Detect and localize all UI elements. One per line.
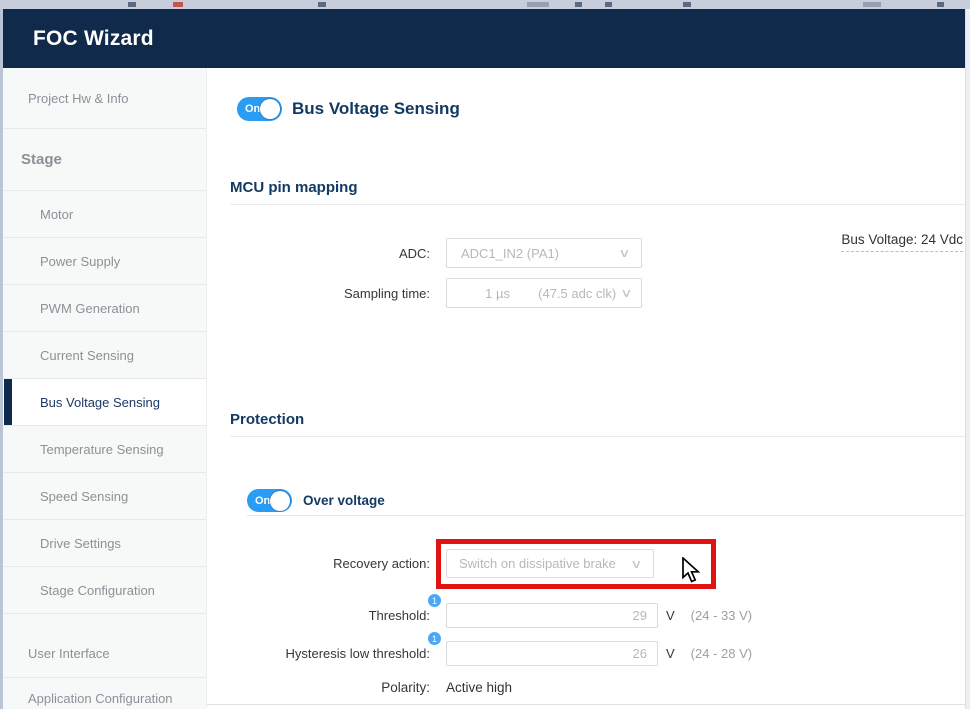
hysteresis-label: Hysteresis low threshold: 1 bbox=[207, 646, 430, 661]
clipped-toolbar-icon bbox=[575, 2, 582, 7]
toggle-on-label: On bbox=[247, 495, 270, 507]
clipped-toolbar-icon bbox=[318, 2, 326, 7]
sidebar-item-power-supply[interactable]: Power Supply bbox=[3, 238, 206, 285]
sampling-time-label: Sampling time: bbox=[207, 286, 430, 301]
threshold-unit: V bbox=[666, 608, 675, 623]
clipped-toolbar-icon bbox=[173, 2, 183, 7]
clipped-toolbar-icon bbox=[937, 2, 944, 7]
sidebar-section-stage: Stage bbox=[3, 129, 206, 191]
sidebar-item-current-sensing[interactable]: Current Sensing bbox=[3, 332, 206, 379]
hysteresis-label-text: Hysteresis low threshold: bbox=[286, 646, 431, 661]
chevron-down-icon: ∨ bbox=[618, 246, 630, 260]
hysteresis-unit: V bbox=[666, 646, 675, 661]
over-voltage-divider bbox=[247, 515, 965, 516]
page-header: On Bus Voltage Sensing bbox=[237, 97, 460, 121]
over-voltage-title: Over voltage bbox=[303, 493, 385, 508]
sidebar-item-label: Project Hw & Info bbox=[28, 91, 128, 106]
sidebar-item-application-configuration[interactable]: Application Configuration bbox=[3, 678, 206, 709]
sidebar-item-temperature-sensing[interactable]: Temperature Sensing bbox=[3, 426, 206, 473]
clipped-toolbar-icon bbox=[683, 2, 691, 7]
sidebar-item-label: Speed Sensing bbox=[40, 489, 128, 504]
sidebar-item-stage-configuration[interactable]: Stage Configuration bbox=[3, 567, 206, 614]
sidebar-item-label: Power Supply bbox=[40, 254, 120, 269]
toggle-knob bbox=[270, 491, 290, 511]
sidebar-item-label: Current Sensing bbox=[40, 348, 134, 363]
polarity-label: Polarity: bbox=[207, 680, 430, 695]
threshold-row: Threshold: 1 V (24 - 33 V) bbox=[207, 603, 752, 628]
protection-heading: Protection bbox=[230, 411, 304, 428]
sidebar-item-label: Temperature Sensing bbox=[40, 442, 164, 457]
clipped-toolbar-icon bbox=[863, 2, 881, 7]
sidebar-item-bus-voltage-sensing[interactable]: Bus Voltage Sensing bbox=[3, 379, 206, 426]
clipped-toolbar-strip bbox=[0, 0, 970, 9]
recovery-action-select[interactable]: Switch on dissipative brake ∨ bbox=[446, 549, 654, 578]
toggle-on-label: On bbox=[237, 103, 260, 115]
sidebar-item-drive-settings[interactable]: Drive Settings bbox=[3, 520, 206, 567]
hysteresis-row: Hysteresis low threshold: 1 V (24 - 28 V… bbox=[207, 641, 752, 666]
hysteresis-input[interactable] bbox=[446, 641, 658, 666]
sidebar-item-label: Motor bbox=[40, 207, 73, 222]
wizard-header: FOC Wizard bbox=[3, 9, 965, 68]
recovery-action-value: Switch on dissipative brake bbox=[459, 556, 616, 571]
sampling-time-detail: (47.5 adc clk) bbox=[538, 286, 616, 301]
clipped-toolbar-icon bbox=[527, 2, 549, 7]
main-content: On Bus Voltage Sensing MCU pin mapping B… bbox=[207, 68, 965, 709]
sampling-time-value: 1 µs bbox=[457, 286, 538, 301]
wizard-title: FOC Wizard bbox=[3, 27, 154, 51]
threshold-label-text: Threshold: bbox=[369, 608, 430, 623]
polarity-value: Active high bbox=[446, 680, 512, 695]
scrollbar-track[interactable] bbox=[965, 9, 970, 709]
chevron-down-icon: ∨ bbox=[620, 286, 632, 300]
clipped-toolbar-icon bbox=[128, 2, 136, 7]
sampling-time-select[interactable]: 1 µs (47.5 adc clk) ∨ bbox=[446, 278, 642, 308]
section-divider bbox=[230, 436, 965, 437]
sidebar-item-label: Stage Configuration bbox=[40, 583, 155, 598]
sidebar-item-label: Drive Settings bbox=[40, 536, 121, 551]
bottom-divider bbox=[207, 704, 965, 705]
mcu-pin-mapping-heading: MCU pin mapping bbox=[230, 179, 358, 196]
sidebar-item-speed-sensing[interactable]: Speed Sensing bbox=[3, 473, 206, 520]
sidebar-item-label: PWM Generation bbox=[40, 301, 140, 316]
hysteresis-range: (24 - 28 V) bbox=[691, 646, 752, 661]
wizard-sidebar: Project Hw & Info Stage Motor Power Supp… bbox=[3, 68, 207, 709]
bus-voltage-sensing-toggle[interactable]: On bbox=[237, 97, 282, 121]
sidebar-item-label: User Interface bbox=[28, 646, 110, 661]
clipped-toolbar-icon bbox=[605, 2, 612, 7]
threshold-label: Threshold: 1 bbox=[207, 608, 430, 623]
section-divider bbox=[230, 204, 965, 205]
sidebar-item-label: Bus Voltage Sensing bbox=[40, 395, 160, 410]
sidebar-item-user-interface[interactable]: User Interface bbox=[3, 614, 206, 678]
sidebar-item-label: Application Configuration bbox=[28, 691, 173, 706]
recovery-action-row: Recovery action: Switch on dissipative b… bbox=[207, 549, 654, 578]
toggle-knob bbox=[260, 99, 280, 119]
mouse-cursor-icon bbox=[681, 557, 703, 589]
adc-label: ADC: bbox=[207, 246, 430, 261]
over-voltage-toggle[interactable]: On bbox=[247, 489, 292, 512]
adc-select-value: ADC1_IN2 (PA1) bbox=[461, 246, 559, 261]
sidebar-section-label: Stage bbox=[21, 151, 62, 168]
over-voltage-header: On Over voltage bbox=[247, 489, 385, 512]
adc-select[interactable]: ADC1_IN2 (PA1) ∨ bbox=[446, 238, 642, 268]
threshold-range: (24 - 33 V) bbox=[691, 608, 752, 623]
sidebar-item-motor[interactable]: Motor bbox=[3, 191, 206, 238]
polarity-row: Polarity: Active high bbox=[207, 680, 512, 695]
threshold-input[interactable] bbox=[446, 603, 658, 628]
bus-voltage-note: Bus Voltage: 24 Vdc bbox=[841, 232, 963, 252]
sidebar-item-pwm-generation[interactable]: PWM Generation bbox=[3, 285, 206, 332]
chevron-down-icon: ∨ bbox=[630, 557, 642, 571]
foc-wizard-window: FOC Wizard Project Hw & Info Stage Motor… bbox=[0, 0, 970, 709]
page-title: Bus Voltage Sensing bbox=[292, 99, 460, 119]
adc-row: ADC: ADC1_IN2 (PA1) ∨ bbox=[207, 238, 642, 268]
sidebar-item-project-hw-info[interactable]: Project Hw & Info bbox=[3, 68, 206, 129]
info-badge-icon: 1 bbox=[428, 594, 441, 607]
sampling-time-row: Sampling time: 1 µs (47.5 adc clk) ∨ bbox=[207, 278, 642, 308]
recovery-action-label: Recovery action: bbox=[207, 556, 430, 571]
info-badge-icon: 1 bbox=[428, 632, 441, 645]
